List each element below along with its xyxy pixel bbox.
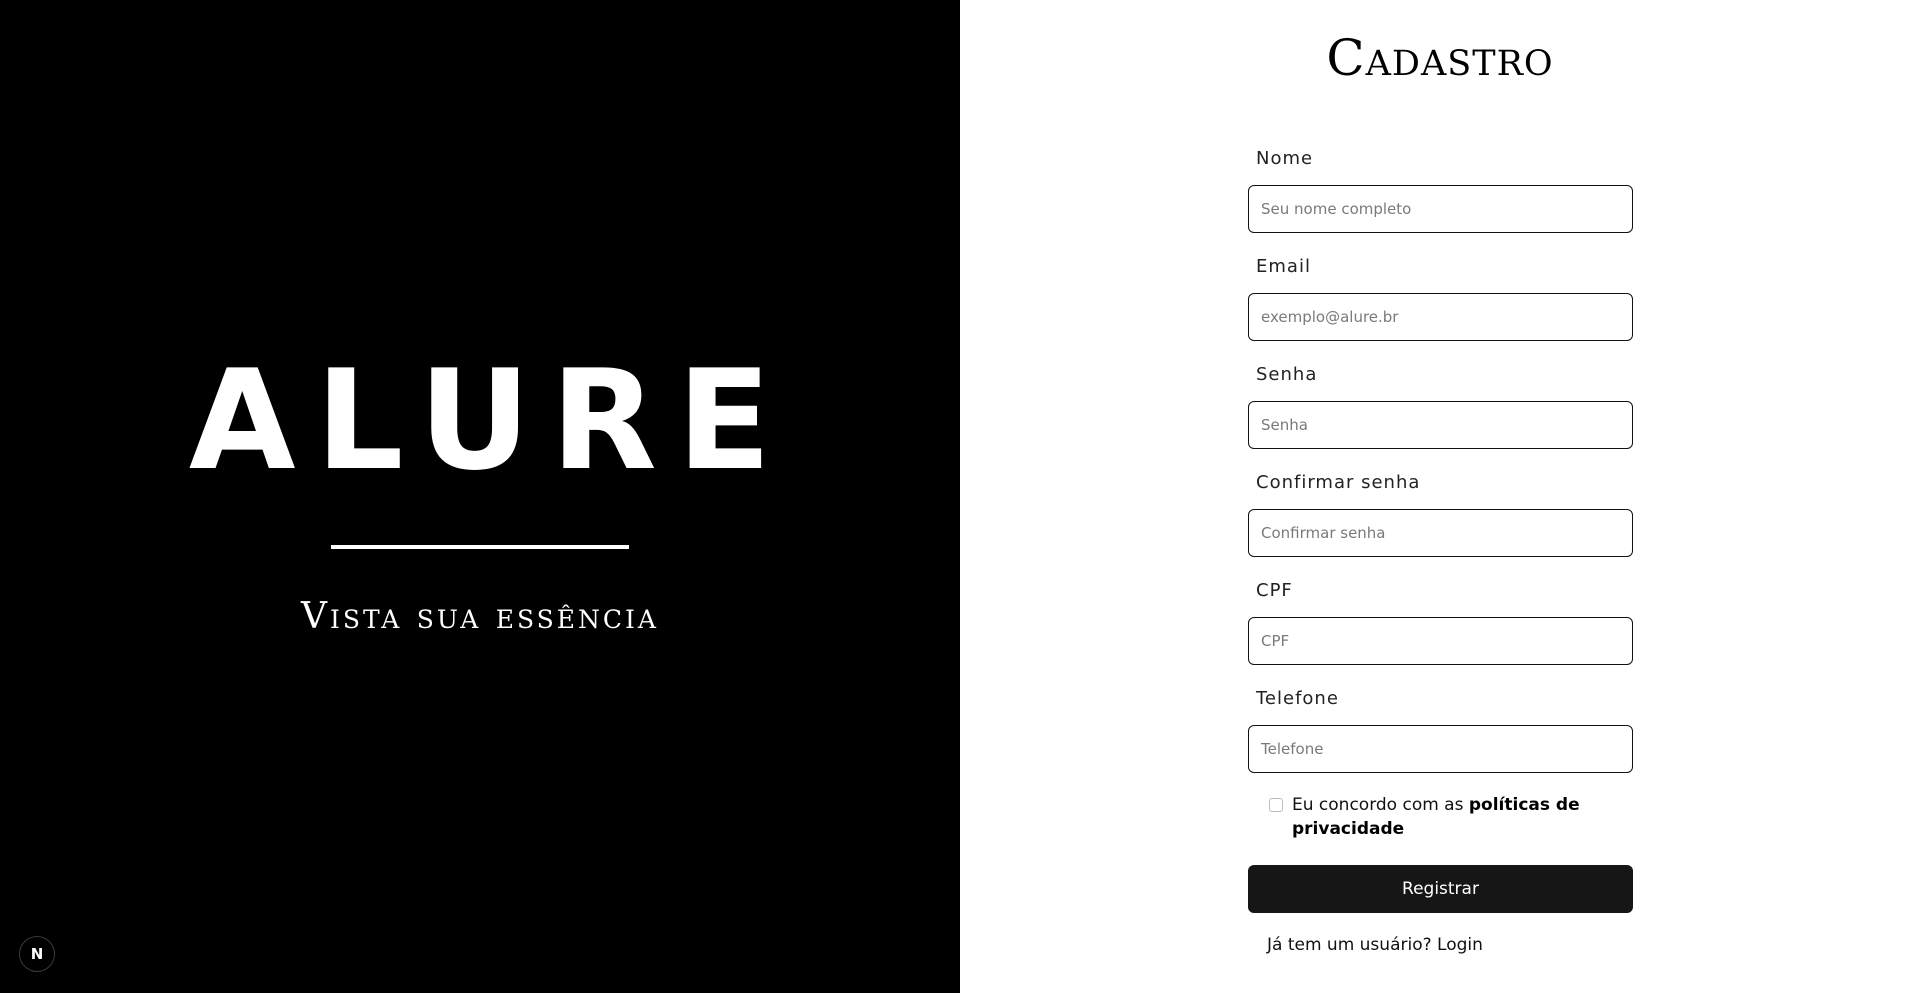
field-label-cpf: CPF bbox=[1256, 580, 1293, 601]
login-prompt-text: Já tem um usuário? bbox=[1267, 935, 1432, 955]
field-confirmar-senha: Confirmar senha bbox=[1248, 472, 1633, 557]
nextjs-logo-icon[interactable]: N bbox=[19, 936, 55, 972]
field-label-telefone: Telefone bbox=[1256, 688, 1339, 709]
brand-panel: ALURE Vista sua essência N bbox=[0, 0, 960, 993]
register-button[interactable]: Registrar bbox=[1248, 865, 1633, 913]
login-link[interactable]: Login bbox=[1437, 935, 1483, 955]
confirm-password-input[interactable] bbox=[1248, 509, 1633, 557]
name-input[interactable] bbox=[1248, 185, 1633, 233]
terms-checkbox[interactable] bbox=[1269, 798, 1283, 812]
signup-form-panel: Cadastro Nome Email Senha Confirmar senh… bbox=[960, 0, 1920, 993]
page: ALURE Vista sua essência N Cadastro Nome… bbox=[0, 0, 1920, 993]
terms-prefix: Eu concordo com as bbox=[1292, 795, 1469, 815]
terms-agreement: Eu concordo com as políticas de privacid… bbox=[1269, 793, 1599, 841]
login-prompt: Já tem um usuário? Login bbox=[1267, 933, 1483, 957]
terms-text: Eu concordo com as políticas de privacid… bbox=[1292, 793, 1599, 841]
phone-input[interactable] bbox=[1248, 725, 1633, 773]
password-input[interactable] bbox=[1248, 401, 1633, 449]
brand-divider bbox=[331, 545, 629, 549]
form-title: Cadastro bbox=[1326, 29, 1554, 87]
cpf-input[interactable] bbox=[1248, 617, 1633, 665]
field-label-confirmar-senha: Confirmar senha bbox=[1256, 472, 1421, 493]
field-label-email: Email bbox=[1256, 256, 1311, 277]
field-email: Email bbox=[1248, 256, 1633, 341]
brand-tagline: Vista sua essência bbox=[301, 596, 659, 637]
field-cpf: CPF bbox=[1248, 580, 1633, 665]
field-label-nome: Nome bbox=[1256, 148, 1314, 169]
field-telefone: Telefone bbox=[1248, 688, 1633, 773]
form-title-wrap: Cadastro bbox=[960, 28, 1920, 88]
brand-logo-text: ALURE bbox=[188, 340, 792, 501]
field-label-senha: Senha bbox=[1256, 364, 1318, 385]
field-senha: Senha bbox=[1248, 364, 1633, 449]
field-nome: Nome bbox=[1248, 148, 1633, 233]
email-input[interactable] bbox=[1248, 293, 1633, 341]
